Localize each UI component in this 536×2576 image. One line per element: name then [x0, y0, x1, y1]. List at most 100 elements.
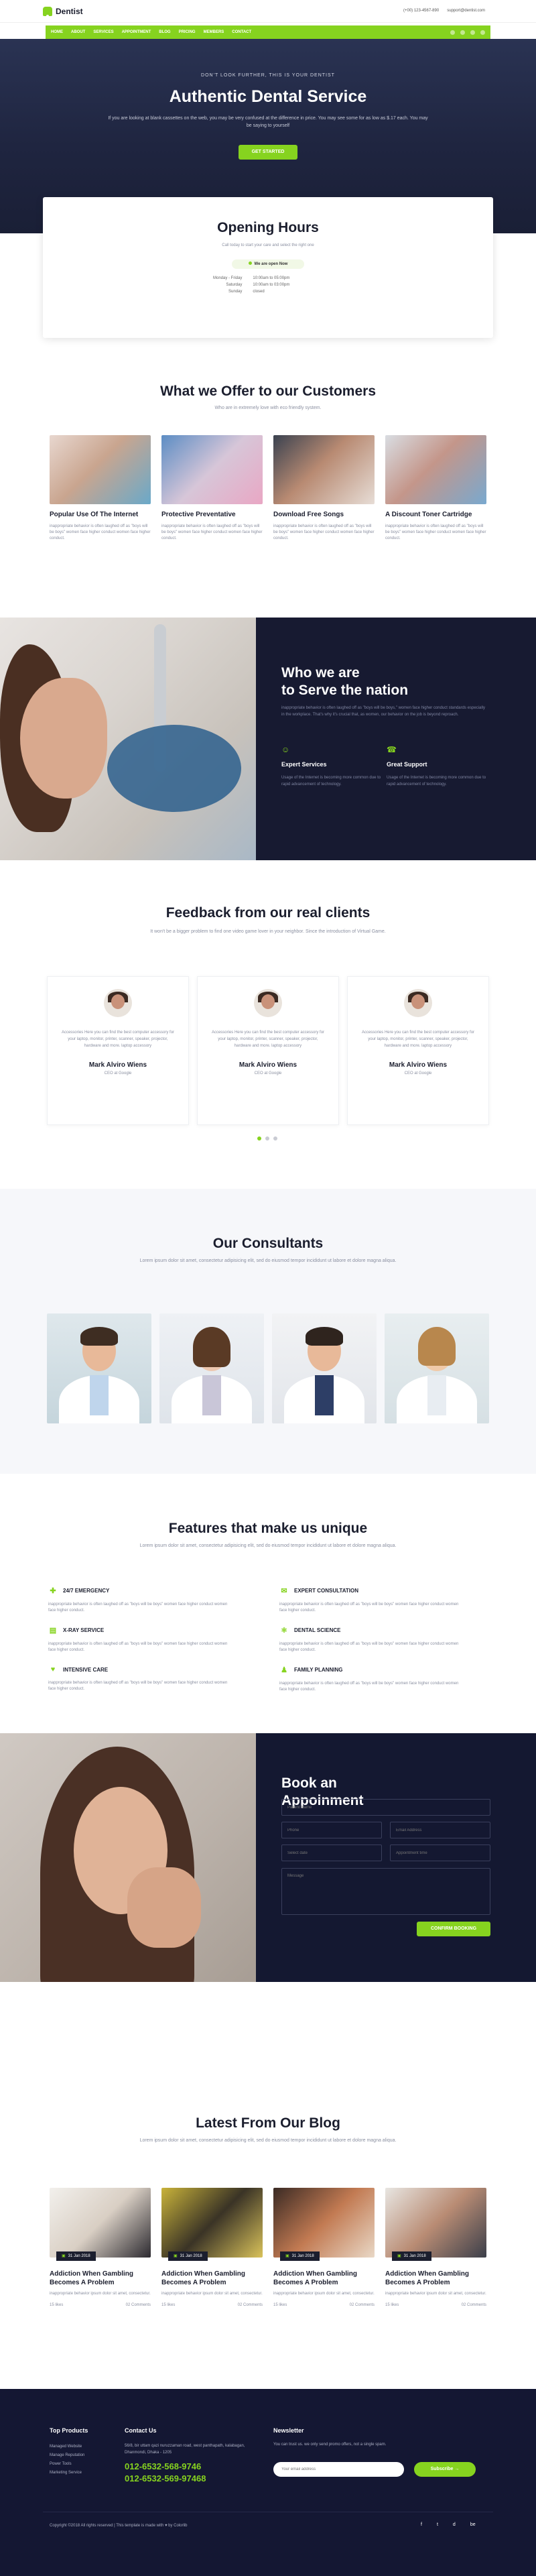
- testimonial-quote: Accessories Here you can find the best c…: [211, 1031, 325, 1048]
- offer-card-title[interactable]: A Discount Toner Cartridge: [385, 511, 486, 518]
- who-feature-text: Usage of the Internet is becoming more c…: [281, 776, 381, 786]
- footer-phone[interactable]: 012-6532-569-97468: [125, 2473, 206, 2483]
- blog-post-title[interactable]: Addiction When Gambling Becomes A Proble…: [161, 2270, 263, 2287]
- family-icon: ♟: [281, 1666, 287, 1674]
- offer-card[interactable]: Protective Preventative inappropriate be…: [161, 435, 263, 542]
- blog-card[interactable]: ▣ 31 Jan 2018 Addiction When Gambling Bec…: [50, 2188, 151, 2307]
- consultants-title: Our Consultants: [212, 1236, 324, 1251]
- blog-likes[interactable]: 15 likes: [50, 2303, 63, 2307]
- who-feature: ☺ Expert Services Usage of the Internet …: [281, 745, 382, 788]
- consultant-photo[interactable]: [47, 1313, 151, 1423]
- feature-item: ♥ Intensive Care inappropriate behavior i…: [48, 1665, 259, 1693]
- blog-image: [50, 2188, 151, 2258]
- offer-card-title[interactable]: Download Free Songs: [273, 511, 375, 518]
- molecule-icon: ⚛: [281, 1627, 287, 1635]
- top-phone[interactable]: (+00) 123-4567-890: [403, 9, 439, 13]
- blog-card[interactable]: ▣ 31 Jan 2018 Addiction When Gambling Bec…: [273, 2188, 375, 2307]
- offer-card[interactable]: Download Free Songs inappropriate behavi…: [273, 435, 375, 542]
- linkedin-icon[interactable]: [480, 30, 485, 35]
- carousel-dot[interactable]: [273, 1136, 277, 1140]
- hours-row: Saturday 10:00am to 03:00pm: [208, 282, 295, 288]
- subscribe-button[interactable]: Subscribe →: [414, 2462, 476, 2477]
- calendar-icon: ▣: [397, 2254, 401, 2258]
- feature-text: inappropriate behavior is often laughed …: [48, 1642, 228, 1652]
- blog-likes[interactable]: 15 likes: [273, 2303, 287, 2307]
- main-nav: Home About Services Appointment Blog Pri…: [46, 25, 490, 39]
- blog-likes[interactable]: 15 likes: [161, 2303, 175, 2307]
- email-input[interactable]: [390, 1822, 490, 1838]
- newsletter-email-input[interactable]: [273, 2462, 404, 2477]
- features-grid: ✚ 24/7 Emergency inappropriate behavior i…: [48, 1586, 490, 1693]
- nav-contact[interactable]: Contact: [232, 30, 251, 34]
- feature-title: Family Planning: [294, 1667, 343, 1673]
- blog-meta: 15 likes 02 Comments: [161, 2303, 263, 2307]
- blog-post-title[interactable]: Addiction When Gambling Becomes A Proble…: [50, 2270, 151, 2287]
- facebook-icon[interactable]: [450, 30, 455, 35]
- blog-date-text: 31 Jan 2018: [403, 2254, 426, 2258]
- patient-toothache-photo: [0, 1733, 256, 1982]
- get-started-button[interactable]: Get Started: [239, 145, 297, 160]
- blog-image: [161, 2188, 263, 2258]
- testimonial-name: Mark Alviro Wiens: [239, 1061, 297, 1069]
- footer-link[interactable]: Managed Website: [50, 2443, 84, 2451]
- date-input[interactable]: [281, 1845, 382, 1861]
- testimonial-carousel: Accessories Here you can find the best c…: [47, 976, 489, 1125]
- blog-post-title[interactable]: Addiction When Gambling Becomes A Proble…: [273, 2270, 375, 2287]
- google-plus-icon[interactable]: [470, 30, 475, 35]
- feature-title: X-Ray Service: [63, 1627, 105, 1633]
- footer-products-title: Top Products: [50, 2427, 88, 2434]
- blog-date-text: 31 Jan 2018: [180, 2254, 202, 2258]
- nav-about[interactable]: About: [71, 30, 85, 34]
- nav-blog[interactable]: Blog: [159, 30, 170, 34]
- nav-appointment[interactable]: Appointment: [122, 30, 151, 34]
- facebook-icon[interactable]: f: [421, 2522, 422, 2527]
- blog-card[interactable]: ▣ 31 Jan 2018 Addiction When Gambling Bec…: [161, 2188, 263, 2307]
- footer-link[interactable]: Power Tools: [50, 2460, 84, 2469]
- top-email[interactable]: support@dentist.com: [447, 9, 485, 13]
- offer-card-title[interactable]: Protective Preventative: [161, 511, 263, 518]
- carousel-dot[interactable]: [257, 1136, 261, 1140]
- blog-comments[interactable]: 02 Comments: [462, 2303, 486, 2307]
- dribbble-icon[interactable]: d: [453, 2522, 456, 2527]
- nav-members[interactable]: Members: [204, 30, 224, 34]
- feature-text: inappropriate behavior is often laughed …: [279, 1602, 459, 1613]
- phone-input[interactable]: [281, 1822, 382, 1838]
- hours-time: 10:00am to 03:00pm: [253, 283, 290, 287]
- blog-post-title[interactable]: Addiction When Gambling Becomes A Proble…: [385, 2270, 486, 2287]
- consultant-photo[interactable]: [159, 1313, 264, 1423]
- nav-pricing[interactable]: Pricing: [179, 30, 196, 34]
- ambulance-icon: ✚: [50, 1587, 56, 1595]
- carousel-dot[interactable]: [265, 1136, 269, 1140]
- nav-home[interactable]: Home: [51, 30, 63, 34]
- offer-card[interactable]: Popular Use Of The Internet inappropriat…: [50, 435, 151, 542]
- twitter-icon[interactable]: [460, 30, 465, 35]
- open-status-badge: We are open Now: [232, 259, 304, 269]
- blog-date-text: 31 Jan 2018: [291, 2254, 314, 2258]
- who-feature-title: Expert Services: [281, 761, 327, 768]
- blog-comments[interactable]: 02 Comments: [238, 2303, 263, 2307]
- patient-name-input[interactable]: [281, 1799, 490, 1816]
- blog-comments[interactable]: 02 Comments: [126, 2303, 151, 2307]
- feedback-title: Feedback from our real clients: [165, 905, 371, 921]
- blog-date: ▣ 31 Jan 2018: [56, 2251, 96, 2261]
- consultant-photo[interactable]: [272, 1313, 377, 1423]
- feature-text: inappropriate behavior is often laughed …: [48, 1681, 228, 1691]
- offer-card-title[interactable]: Popular Use Of The Internet: [50, 511, 151, 518]
- behance-icon[interactable]: be: [470, 2522, 476, 2527]
- time-input[interactable]: [390, 1845, 490, 1861]
- confirm-booking-button[interactable]: Confirm Booking: [417, 1922, 490, 1936]
- twitter-icon[interactable]: t: [437, 2522, 438, 2527]
- footer-link[interactable]: Manage Reputation: [50, 2451, 84, 2460]
- consultant-list: [47, 1313, 489, 1423]
- footer-phone[interactable]: 012-6532-568-9746: [125, 2461, 201, 2471]
- blog-comments[interactable]: 02 Comments: [350, 2303, 375, 2307]
- logo[interactable]: Dentist: [43, 7, 83, 19]
- blog-meta: 15 likes 02 Comments: [273, 2303, 375, 2307]
- footer-link[interactable]: Marketing Service: [50, 2469, 84, 2477]
- blog-likes[interactable]: 15 likes: [385, 2303, 399, 2307]
- blog-card[interactable]: ▣ 31 Jan 2018 Addiction When Gambling Bec…: [385, 2188, 486, 2307]
- consultant-photo[interactable]: [385, 1313, 489, 1423]
- offer-card[interactable]: A Discount Toner Cartridge inappropriate…: [385, 435, 486, 542]
- nav-services[interactable]: Services: [93, 30, 113, 34]
- message-input[interactable]: [281, 1868, 490, 1915]
